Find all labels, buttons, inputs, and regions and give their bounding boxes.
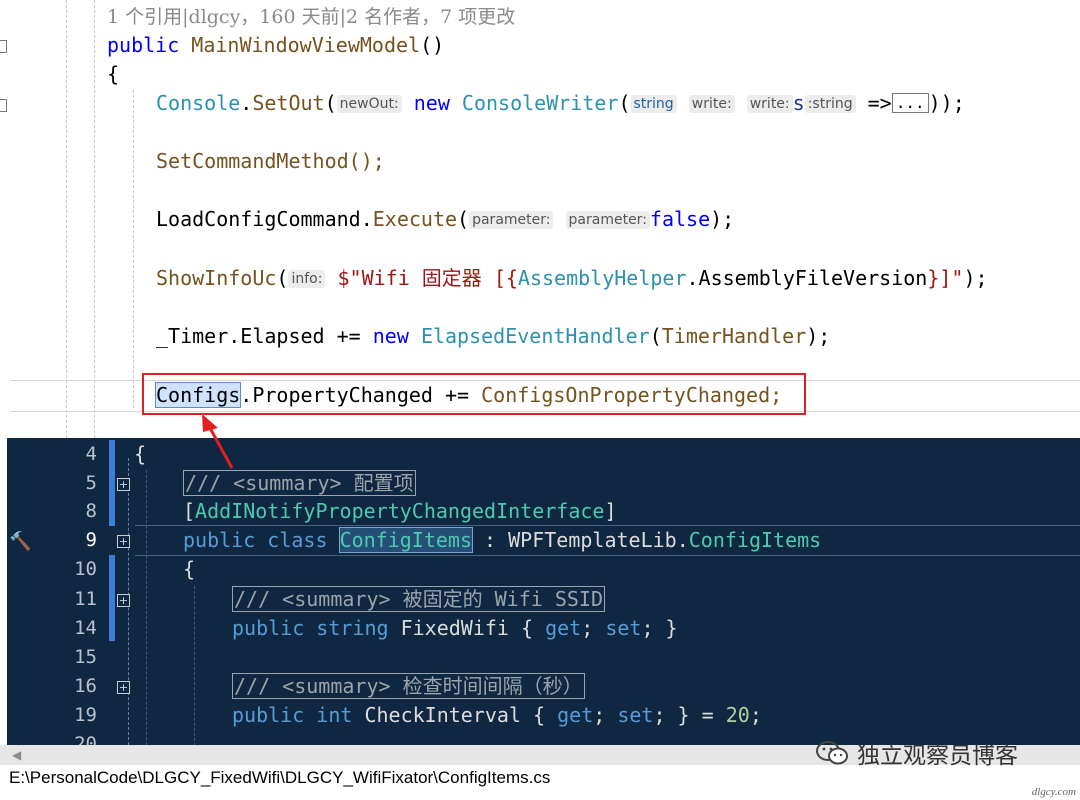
scroll-left-icon[interactable]: ◀ [12, 748, 21, 762]
arrow-head [202, 414, 218, 432]
wechat-icon [816, 741, 848, 765]
arrow-shaft [208, 427, 234, 469]
watermark: 独立观察员博客 [815, 736, 1018, 770]
annotation-arrow [202, 414, 234, 469]
watermark-text: 独立观察员博客 [857, 743, 1018, 769]
file-path-bar: E:\PersonalCode\DLGCY_FixedWifi\DLGCY_Wi… [0, 765, 1080, 800]
file-path: E:\PersonalCode\DLGCY_FixedWifi\DLGCY_Wi… [9, 768, 551, 787]
watermark-site: dlgcy.com [1031, 786, 1076, 798]
